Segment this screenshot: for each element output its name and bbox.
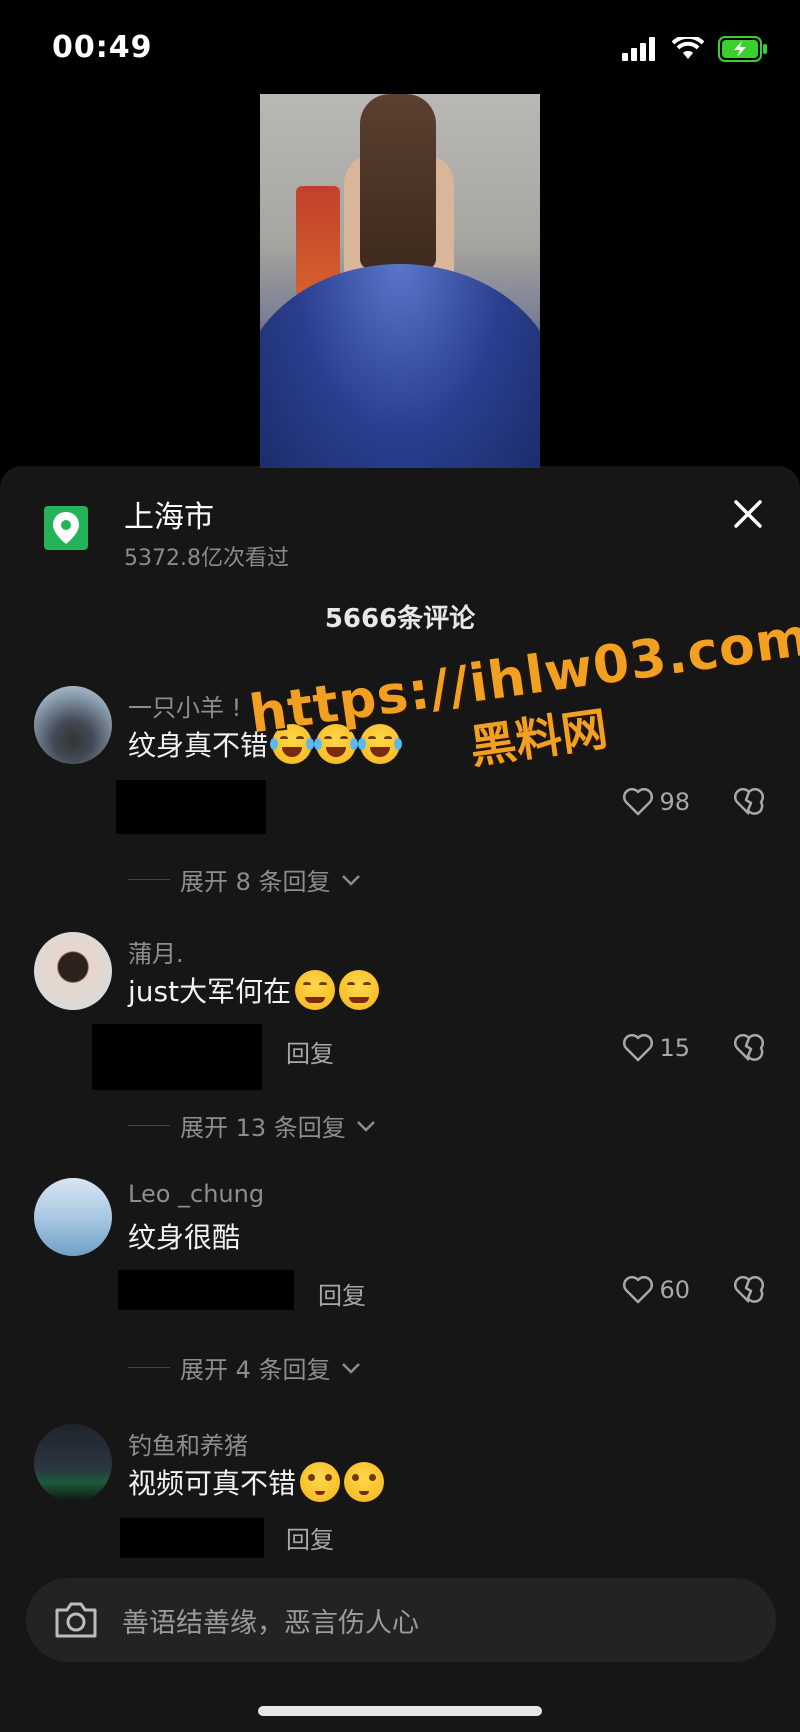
chevron-down-icon	[341, 1362, 360, 1374]
wifi-icon	[672, 37, 704, 59]
camera-button[interactable]	[52, 1596, 100, 1644]
like-count: 15	[659, 1034, 690, 1062]
divider-line	[128, 879, 170, 880]
flushed-face-icon	[344, 1462, 385, 1502]
comment-body: 纹身很酷	[128, 1221, 241, 1254]
battery-charging-icon	[718, 36, 767, 62]
status-bar: 00:49	[0, 0, 800, 100]
location-views: 5372.8亿次看过	[124, 546, 289, 571]
comment-text: just大军何在	[128, 970, 380, 1010]
like-button[interactable]: 98	[623, 788, 690, 816]
redacted-area	[92, 1024, 262, 1090]
avatar[interactable]	[34, 932, 112, 1010]
comment-text: 纹身真不错	[128, 724, 403, 764]
home-indicator[interactable]	[258, 1706, 542, 1716]
comment-sheet: 上海市 5372.8亿次看过 5666条评论 一只小羊 ! 纹身真不错 回复 9…	[0, 466, 800, 1732]
broken-heart-icon	[733, 1275, 765, 1303]
avatar[interactable]	[34, 1178, 112, 1256]
expand-replies-label: 展开 13 条回复	[180, 1114, 346, 1142]
blue-gown	[260, 264, 540, 468]
camera-icon	[55, 1602, 97, 1638]
broken-heart-icon	[733, 787, 765, 815]
rolling-on-floor-laughing-icon	[270, 724, 315, 764]
dislike-button[interactable]	[733, 1275, 765, 1308]
close-icon	[734, 500, 762, 528]
comment-input-bar[interactable]: 善语结善缘，恶言伤人心	[26, 1578, 776, 1662]
broken-heart-icon	[733, 1033, 765, 1061]
heart-icon	[623, 1276, 654, 1304]
avatar[interactable]	[34, 686, 112, 764]
comment-item: 一只小羊 ! 纹身真不错 回复 98 展开 8 条回复	[0, 672, 800, 918]
rolling-on-floor-laughing-icon	[314, 724, 359, 764]
redacted-area	[120, 1518, 264, 1558]
like-button[interactable]: 60	[623, 1276, 690, 1304]
comment-username[interactable]: 钓鱼和养猪	[128, 1426, 248, 1461]
dizzy-face-icon	[295, 970, 336, 1010]
flushed-face-icon	[300, 1462, 341, 1502]
rolling-on-floor-laughing-icon	[358, 724, 403, 764]
comment-username[interactable]: Leo _chung	[128, 1180, 264, 1208]
like-count: 98	[659, 788, 690, 816]
comment-username[interactable]: 一只小羊 !	[128, 688, 241, 723]
status-time: 00:49	[52, 30, 153, 65]
chevron-down-icon	[356, 1120, 375, 1132]
video-preview[interactable]	[260, 94, 540, 468]
avatar[interactable]	[34, 1424, 112, 1502]
expand-replies-button[interactable]: 展开 4 条回复	[128, 1350, 361, 1385]
redacted-area	[118, 1270, 294, 1310]
divider-line	[128, 1125, 170, 1126]
like-count: 60	[659, 1276, 690, 1304]
like-button[interactable]: 15	[623, 1034, 690, 1062]
comment-body: just大军何在	[128, 975, 292, 1008]
cellular-signal-icon	[622, 37, 655, 61]
chevron-down-icon	[341, 874, 360, 886]
expand-replies-button[interactable]: 展开 13 条回复	[128, 1108, 376, 1143]
comment-body: 纹身真不错	[128, 729, 269, 762]
comment-text: 视频可真不错	[128, 1462, 385, 1502]
close-button[interactable]	[726, 492, 770, 536]
model-hair	[360, 94, 436, 269]
heart-icon	[623, 1034, 654, 1062]
dizzy-face-icon	[339, 970, 380, 1010]
redacted-area	[116, 780, 266, 834]
heart-icon	[623, 788, 654, 816]
comment-count: 5666条评论	[324, 604, 476, 634]
dislike-button[interactable]	[733, 1033, 765, 1066]
reply-button[interactable]: 回复	[286, 1034, 334, 1069]
expand-replies-label: 展开 4 条回复	[180, 1356, 331, 1384]
reply-button[interactable]: 回复	[286, 1520, 334, 1555]
location-pin-icon[interactable]	[44, 506, 88, 550]
expand-replies-label: 展开 8 条回复	[180, 868, 331, 896]
screen: 00:49 上海市 5372.8亿次看过 5666条评论 一只小羊 ! 纹身真不…	[0, 0, 800, 1732]
dislike-button[interactable]	[733, 787, 765, 820]
status-icons	[622, 36, 768, 62]
location-title[interactable]: 上海市	[124, 492, 214, 536]
divider-line	[128, 1367, 170, 1368]
comment-input[interactable]: 善语结善缘，恶言伤人心	[122, 1601, 419, 1640]
reply-button[interactable]: 回复	[318, 1276, 366, 1311]
expand-replies-button[interactable]: 展开 8 条回复	[128, 862, 361, 897]
comment-body: 视频可真不错	[128, 1467, 297, 1500]
comment-text: 纹身很酷	[128, 1216, 240, 1256]
comment-item: Leo _chung 纹身很酷 回复 60 展开 4 条回复	[0, 1164, 800, 1410]
comment-username[interactable]: 蒲月.	[128, 934, 184, 969]
comment-item: 蒲月. just大军何在 回复 15 展开 13 条回复	[0, 918, 800, 1164]
